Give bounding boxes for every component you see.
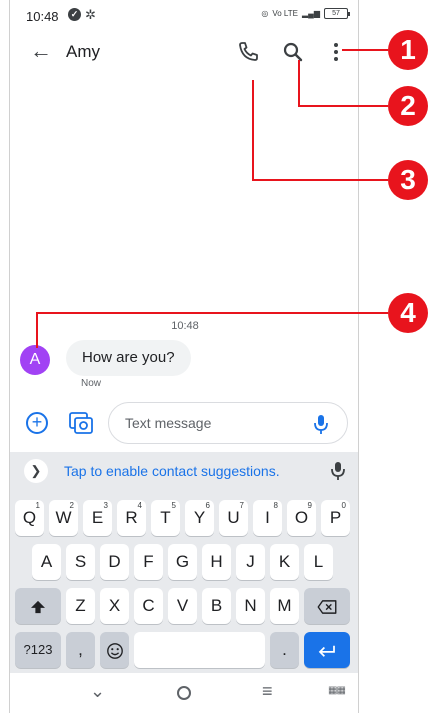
emoji-icon xyxy=(106,642,123,659)
key-k[interactable]: K xyxy=(270,544,299,580)
message-time: Now xyxy=(81,378,102,389)
key-u[interactable]: U7 xyxy=(219,500,248,536)
key-l[interactable]: L xyxy=(304,544,333,580)
enter-key[interactable] xyxy=(304,632,350,668)
comma-key[interactable]: , xyxy=(66,632,95,668)
search-icon[interactable] xyxy=(279,38,307,66)
add-attachment-icon[interactable]: + xyxy=(26,412,48,434)
callout-3: 3 xyxy=(388,160,428,200)
key-j[interactable]: J xyxy=(236,544,265,580)
status-bar: 10:48 ✓ ✲ ◎ Vo LTE ▂▄▆ 57 xyxy=(10,0,358,30)
callout-2: 2 xyxy=(388,86,428,126)
callout-2-leader-v xyxy=(298,60,300,106)
shift-key[interactable] xyxy=(15,588,61,624)
key-d[interactable]: D xyxy=(100,544,129,580)
conversation-timestamp: 10:48 xyxy=(171,320,199,332)
suggestion-strip: ❯ Tap to enable contact suggestions. xyxy=(10,452,358,490)
nav-bar: ⌄ ≡ ▦▦ xyxy=(10,673,358,713)
callout-1: 1 xyxy=(388,30,428,70)
spacebar[interactable] xyxy=(134,632,265,668)
arrow-left-icon[interactable]: ← xyxy=(30,38,56,64)
key-z[interactable]: Z xyxy=(66,588,95,624)
camera-gallery-icon[interactable] xyxy=(68,411,94,435)
message-bubble[interactable]: How are you? xyxy=(66,340,191,376)
notification-badge-icon: ✓ xyxy=(68,8,81,21)
contact-suggestions-prompt[interactable]: Tap to enable contact suggestions. xyxy=(64,463,280,479)
more-vert-icon[interactable] xyxy=(322,38,350,66)
chevron-right-icon[interactable]: ❯ xyxy=(24,459,48,483)
signal-icon: ▂▄▆ xyxy=(302,9,320,18)
key-t[interactable]: T5 xyxy=(151,500,180,536)
callout-4: 4 xyxy=(388,293,428,333)
emoji-key[interactable] xyxy=(100,632,129,668)
gear-icon: ✲ xyxy=(85,7,96,22)
keyboard-switch-icon[interactable]: ▦▦ xyxy=(328,685,346,696)
status-time: 10:48 xyxy=(26,9,59,24)
key-o[interactable]: O9 xyxy=(287,500,316,536)
key-e[interactable]: E3 xyxy=(83,500,112,536)
vibrate-icon: ◎ xyxy=(261,9,269,18)
battery-icon: 57 xyxy=(324,8,350,19)
callout-3-leader-v xyxy=(252,80,254,180)
key-b[interactable]: B xyxy=(202,588,231,624)
phone-icon[interactable] xyxy=(234,38,262,66)
keyboard-mic-icon[interactable] xyxy=(328,460,348,482)
key-x[interactable]: X xyxy=(100,588,129,624)
app-bar: ← Amy xyxy=(10,30,358,74)
symbols-key[interactable]: ?123 xyxy=(15,632,61,668)
volte-label: Vo LTE xyxy=(272,9,299,18)
callout-4-leader-v xyxy=(36,312,38,348)
key-c[interactable]: C xyxy=(134,588,163,624)
callout-3-leader-h xyxy=(252,179,388,181)
callout-4-leader-h xyxy=(36,312,388,314)
key-n[interactable]: N xyxy=(236,588,265,624)
key-q[interactable]: Q1 xyxy=(15,500,44,536)
callout-2-leader-h xyxy=(298,105,388,107)
key-i[interactable]: I8 xyxy=(253,500,282,536)
backspace-key[interactable] xyxy=(304,588,350,624)
compose-row: + Text message xyxy=(10,400,358,446)
key-f[interactable]: F xyxy=(134,544,163,580)
avatar[interactable]: A xyxy=(20,345,50,375)
compose-placeholder: Text message xyxy=(125,415,212,431)
key-h[interactable]: H xyxy=(202,544,231,580)
key-g[interactable]: G xyxy=(168,544,197,580)
nav-back-chevron-icon[interactable]: ⌄ xyxy=(90,681,105,702)
backspace-icon xyxy=(317,599,337,614)
key-r[interactable]: R4 xyxy=(117,500,146,536)
key-v[interactable]: V xyxy=(168,588,197,624)
mic-icon[interactable] xyxy=(311,412,331,436)
key-s[interactable]: S xyxy=(66,544,95,580)
enter-icon xyxy=(318,645,335,657)
key-w[interactable]: W2 xyxy=(49,500,78,536)
key-y[interactable]: Y6 xyxy=(185,500,214,536)
nav-home-icon[interactable] xyxy=(177,686,191,700)
callout-1-leader xyxy=(342,49,388,51)
nav-recents-icon[interactable]: ≡ xyxy=(262,681,273,702)
period-key[interactable]: . xyxy=(270,632,299,668)
key-a[interactable]: A xyxy=(32,544,61,580)
key-m[interactable]: M xyxy=(270,588,299,624)
contact-name: Amy xyxy=(66,42,100,61)
key-p[interactable]: P0 xyxy=(321,500,350,536)
compose-message-input[interactable]: Text message xyxy=(108,402,348,444)
shift-icon xyxy=(31,600,45,613)
